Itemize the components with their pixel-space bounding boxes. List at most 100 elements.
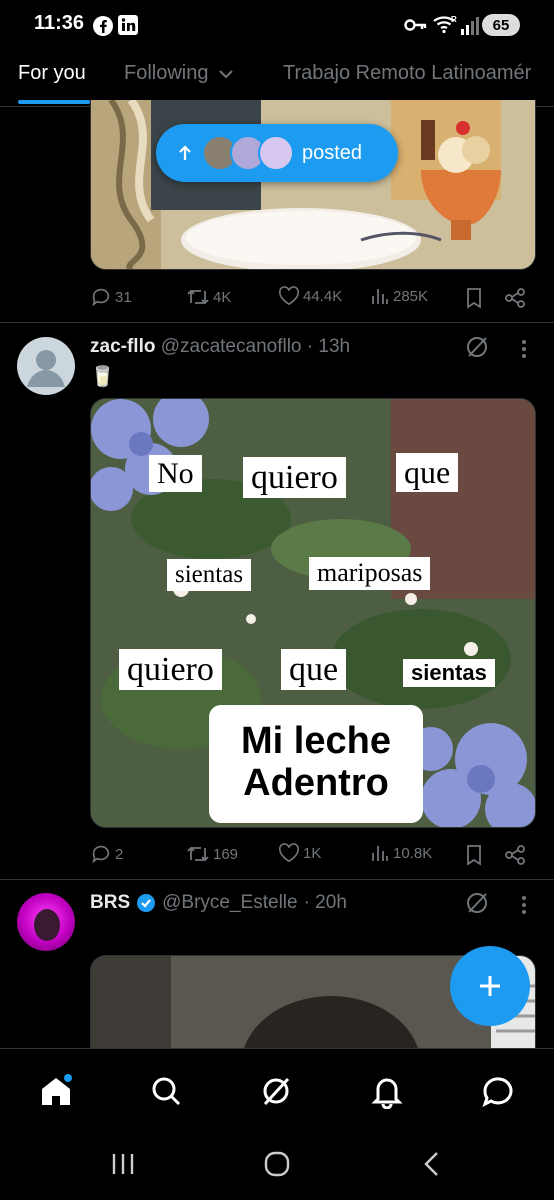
grok-icon[interactable] [464,334,490,360]
nav-home[interactable] [38,1073,74,1109]
svg-text:R: R [451,15,457,24]
views-count: 10.8K [393,844,433,862]
meme-word: que [281,649,347,691]
tab-following[interactable]: Following [124,62,234,85]
author-name[interactable]: zac-fllo [90,336,155,357]
views-count: 285K [393,287,429,305]
post2-actions: 2 169 1K 10.8K [90,843,530,867]
repost-icon [187,289,209,305]
nav-search[interactable] [148,1073,184,1109]
arrow-up-icon [179,145,191,160]
post-text: 🥛 [90,366,115,388]
reply-icon [92,288,110,307]
post-time: · 13h [306,336,351,357]
key-icon [404,19,427,31]
compose-post-button[interactable] [450,946,530,1026]
author-handle[interactable]: @zacatecanofllo [161,336,302,357]
tab-trabajo-remoto[interactable]: Trabajo Remoto Latinoamér [283,62,531,85]
chevron-down-icon [219,70,233,79]
heart-icon [278,843,300,863]
author-handle[interactable]: @Bryce_Estelle [162,892,297,914]
post-time: · 20h [303,892,347,913]
meme-word: sientas [403,659,495,688]
facebook-icon [93,16,113,36]
tab-following-label: Following [124,62,209,84]
back-icon[interactable] [422,1151,442,1177]
verified-badge-icon [137,894,156,912]
post3-avatar[interactable] [17,893,75,951]
like-count: 1K [303,844,322,862]
meme-word: sientas [167,559,252,591]
posted-label: posted [302,141,363,164]
battery-indicator: 65 [482,14,520,36]
tab-for-you[interactable]: For you [18,62,86,85]
views-icon [372,289,388,304]
post2-image[interactable]: No quiero que sientas mariposas quiero q… [90,398,536,828]
post1-actions: 31 4K 44.4K 285K [90,286,530,310]
new-posts-pill[interactable]: posted [156,124,398,182]
reply-count: 31 [115,288,132,306]
wifi-icon: R [433,15,457,34]
battery-level: 65 [492,16,510,34]
notifications-icon [371,1078,403,1109]
meme-caption-box: Mi leche Adentro [209,705,423,823]
grok-icon [263,1077,290,1106]
meme-word: quiero [119,649,222,691]
home-icon [42,1074,72,1105]
messages-icon [482,1077,513,1107]
meme-caption-line1: Mi leche [241,720,391,762]
post2-header: zac-fllo @zacatecanofllo · 13h [90,336,350,358]
nav-notifications[interactable] [369,1073,405,1109]
divider [0,879,554,880]
status-time: 11:36 [34,12,85,34]
nav-grok[interactable] [258,1073,294,1109]
bookmark-icon[interactable] [464,287,484,309]
grok-icon[interactable] [464,890,490,916]
divider [0,322,554,323]
author-name[interactable]: BRS [90,892,130,914]
signal-icon [461,17,479,35]
repost-count: 169 [213,845,239,863]
like-button[interactable]: 44.4K [278,286,342,306]
linkedin-icon [118,15,138,35]
share-icon[interactable] [504,287,526,309]
search-icon [152,1077,181,1106]
views-button[interactable]: 285K [370,286,428,306]
share-icon[interactable] [504,844,526,866]
views-button[interactable]: 10.8K [370,843,432,863]
active-tab-indicator [18,100,90,104]
more-options-icon[interactable] [518,894,530,916]
post3-header: BRS @Bryce_Estelle · 20h [90,892,347,914]
avatar-photo [34,909,60,941]
nav-messages[interactable] [480,1073,516,1109]
repost-button[interactable]: 4K [186,286,231,308]
views-icon [372,846,388,861]
meme-word: quiero [243,457,346,499]
bottom-navigation [0,1048,554,1132]
home-button-icon[interactable] [264,1151,290,1177]
repost-icon [187,846,209,862]
meme-word: mariposas [309,557,431,590]
like-count: 44.4K [303,287,343,305]
more-options-icon[interactable] [518,338,530,360]
reply-button[interactable]: 2 [90,843,123,865]
default-avatar-icon [27,350,65,387]
meme-caption-line2: Adentro [243,761,389,804]
meme-word: que [396,453,459,493]
system-navigation-bar [0,1132,554,1200]
recent-apps-icon[interactable] [110,1152,136,1176]
reply-icon [92,845,110,864]
timeline-tabs: For you Following Trabajo Remoto Latinoa… [0,52,554,107]
repost-button[interactable]: 169 [186,843,238,865]
bookmark-icon[interactable] [464,844,484,866]
post2-avatar[interactable] [17,337,75,395]
poster-avatars [202,133,302,173]
like-button[interactable]: 1K [278,843,321,863]
plus-icon [480,976,500,996]
reply-count: 2 [115,845,124,863]
reply-button[interactable]: 31 [90,286,132,308]
avatar [258,135,294,171]
repost-count: 4K [213,288,232,306]
heart-icon [278,286,300,306]
status-bar: 11:36 R 65 [0,0,554,52]
